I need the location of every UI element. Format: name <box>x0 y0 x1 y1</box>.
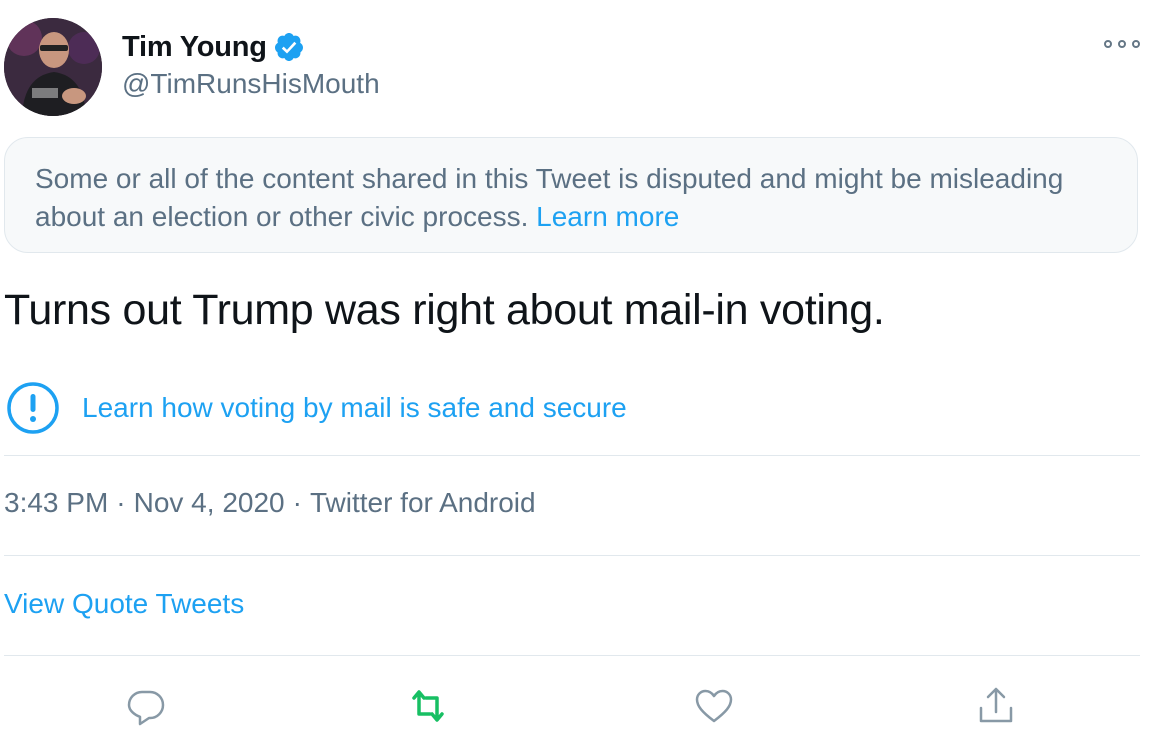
avatar-image <box>4 18 102 116</box>
tweet-text: Turns out Trump was right about mail-in … <box>4 286 885 334</box>
avatar[interactable] <box>4 18 102 116</box>
learn-more-link[interactable]: Learn more <box>536 201 679 232</box>
author-handle[interactable]: @TimRunsHisMouth <box>122 68 380 100</box>
more-dot <box>1132 40 1140 48</box>
election-label-text[interactable]: Learn how voting by mail is safe and sec… <box>82 392 627 424</box>
divider <box>4 655 1140 656</box>
retweet-button[interactable] <box>406 684 450 728</box>
verified-badge-icon <box>273 31 305 63</box>
reply-icon <box>127 690 165 726</box>
heart-icon <box>695 689 733 723</box>
view-quote-tweets-link[interactable]: View Quote Tweets <box>4 588 244 620</box>
tweet-source[interactable]: Twitter for Android <box>310 487 536 518</box>
tweet-date[interactable]: Nov 4, 2020 <box>134 487 285 518</box>
disputed-notice: Some or all of the content shared in thi… <box>4 137 1138 253</box>
meta-separator: · <box>292 487 302 518</box>
share-button[interactable] <box>974 684 1018 728</box>
share-icon <box>979 687 1013 723</box>
display-name[interactable]: Tim Young <box>122 31 267 64</box>
retweet-icon <box>412 690 444 722</box>
tweet-time[interactable]: 3:43 PM <box>4 487 108 518</box>
more-dot <box>1104 40 1112 48</box>
meta-separator: · <box>116 487 126 518</box>
more-dot <box>1118 40 1126 48</box>
divider <box>4 555 1140 556</box>
more-options-icon[interactable] <box>1104 34 1140 54</box>
divider <box>4 455 1140 456</box>
author-name-row: Tim Young <box>122 28 305 66</box>
tweet-meta: 3:43 PM · Nov 4, 2020 · Twitter for Android <box>4 487 536 519</box>
like-button[interactable] <box>692 684 736 728</box>
exclamation-circle-icon <box>7 382 59 434</box>
reply-button[interactable] <box>124 684 168 728</box>
election-label[interactable]: Learn how voting by mail is safe and sec… <box>6 382 627 434</box>
